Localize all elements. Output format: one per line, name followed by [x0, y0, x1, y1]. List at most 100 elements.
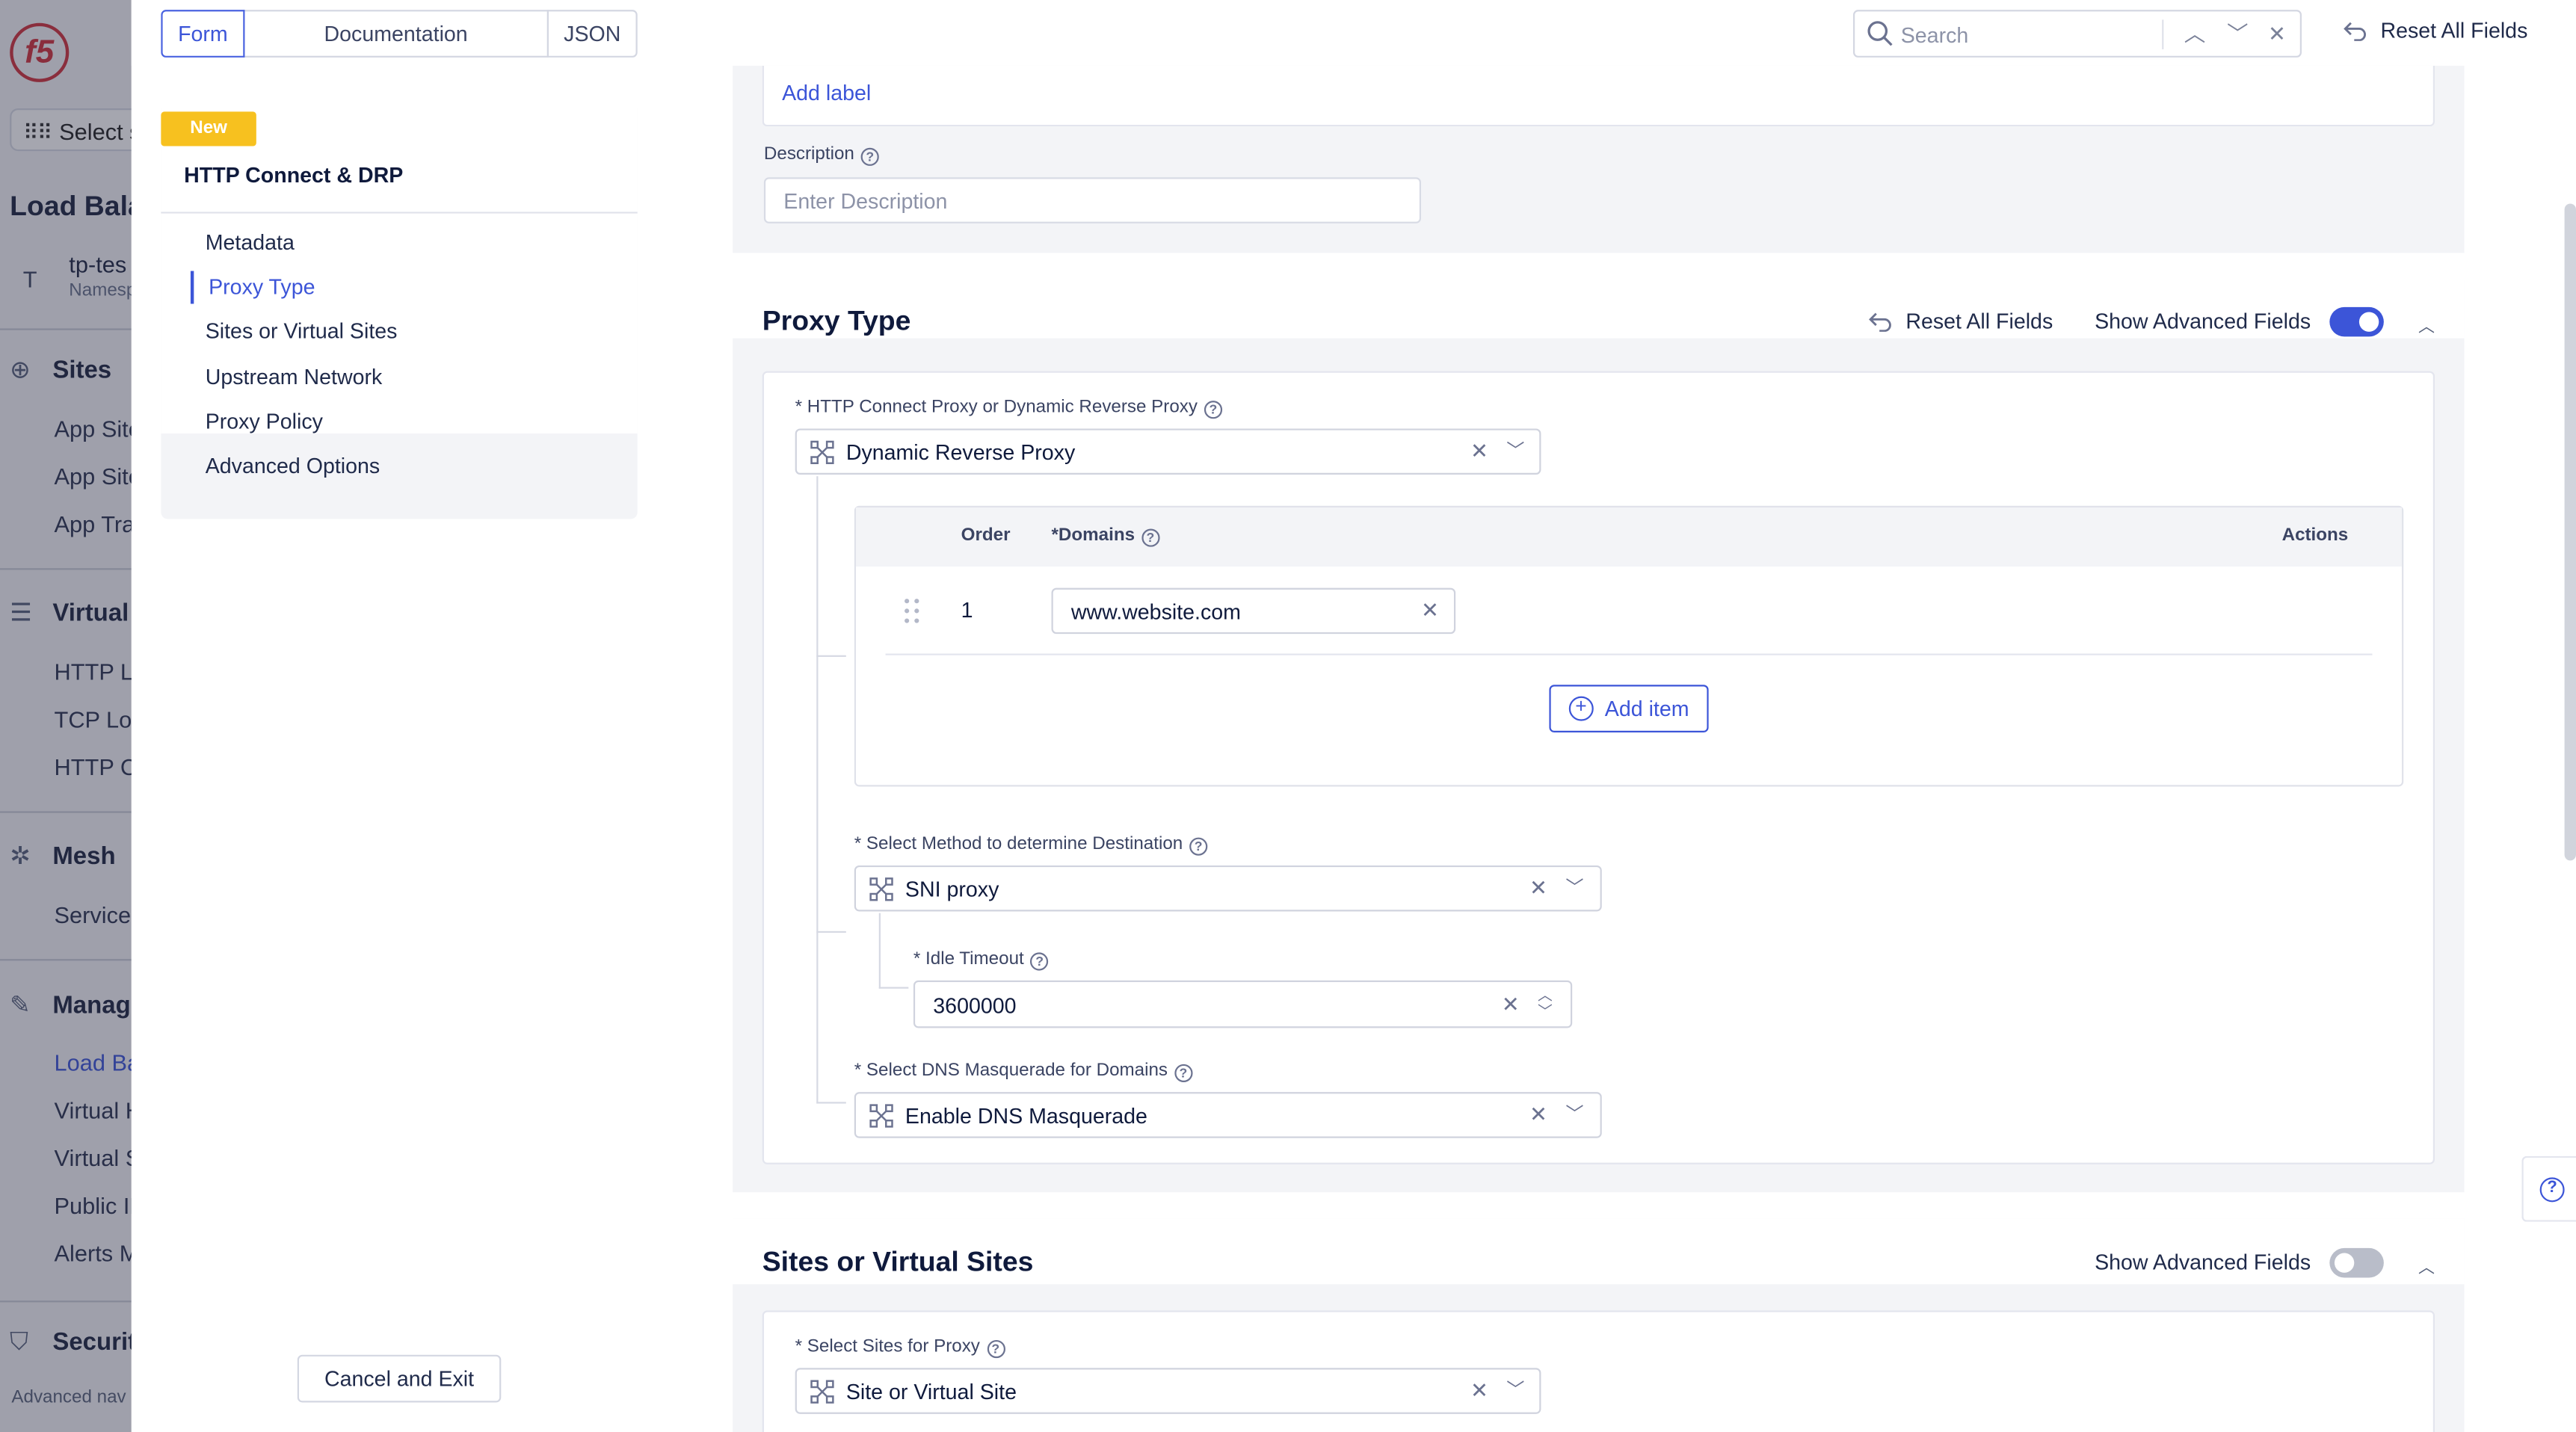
nav-section-sites[interactable]: ⊕ Sites	[10, 355, 111, 384]
search-icon	[1867, 21, 1893, 46]
clear-icon[interactable]: ✕	[1470, 439, 1488, 465]
clear-icon[interactable]: ✕	[1502, 992, 1520, 1018]
nav-item-http-connect[interactable]: HTTP C	[55, 754, 132, 780]
nav-section-manage[interactable]: ✎ Manag	[10, 990, 131, 1019]
nav-item-app-site-1[interactable]: App Site	[55, 416, 132, 442]
tree-connector	[816, 1102, 846, 1104]
nav-item-app-site-2[interactable]: App Site	[55, 463, 132, 490]
method-select[interactable]: SNI proxy ✕ ﹀	[854, 865, 1602, 912]
choice-icon	[810, 440, 834, 464]
advanced-nav-link[interactable]: Advanced nav	[11, 1388, 126, 1407]
close-icon[interactable]: ✕	[2262, 19, 2292, 49]
search-input[interactable]	[1900, 18, 2148, 52]
add-label-link[interactable]: Add label	[782, 81, 871, 105]
tree-connector	[816, 655, 846, 657]
step-metadata[interactable]: Metadata	[206, 230, 295, 255]
proxy-mode-select[interactable]: Dynamic Reverse Proxy ✕ ﹀	[795, 428, 1541, 475]
help-button[interactable]: ?	[2521, 1155, 2576, 1222]
reset-all-fields-button[interactable]: Reset All Fields	[2343, 18, 2527, 43]
domains-table: Order *Domains? Actions 1 www.website.co…	[854, 505, 2404, 787]
labels-card	[762, 65, 2435, 127]
dns-masquerade-label: * Select DNS Masquerade for Domains?	[854, 1061, 1192, 1082]
nav-item-virtual-sites[interactable]: Virtual S	[55, 1144, 132, 1170]
cancel-and-exit-button[interactable]: Cancel and Exit	[297, 1354, 502, 1403]
nav-item-public-ip[interactable]: Public IP	[55, 1192, 132, 1218]
sites-advanced-label: Show Advanced Fields	[2095, 1250, 2311, 1275]
choice-icon	[810, 1380, 834, 1404]
plus-circle-icon: +	[1568, 697, 1594, 721]
step-proxy-type[interactable]: Proxy Type	[209, 274, 315, 299]
form-title: HTTP Connect & DRP	[184, 162, 404, 188]
nav-item-tcp-lb[interactable]: TCP Loa	[55, 706, 132, 732]
clear-icon[interactable]: ✕	[1529, 875, 1547, 901]
nav-item-service[interactable]: Service	[55, 901, 132, 928]
help-icon: ?	[1174, 1064, 1192, 1082]
sites-field-label: * Select Sites for Proxy?	[795, 1337, 1005, 1359]
nav-divider	[0, 568, 132, 570]
undo-icon	[2344, 22, 2366, 41]
undo-icon	[1869, 312, 1891, 332]
description-label: Description?	[764, 144, 879, 166]
nav-item-load-balancers[interactable]: Load Ba	[55, 1049, 132, 1075]
dns-masquerade-select[interactable]: Enable DNS Masquerade ✕ ﹀	[854, 1092, 1602, 1138]
idle-timeout-value: 3600000	[933, 993, 1017, 1019]
step-sites[interactable]: Sites or Virtual Sites	[206, 318, 398, 343]
nav-item-virtual-hosts[interactable]: Virtual H	[55, 1097, 132, 1123]
clear-icon[interactable]: ✕	[1421, 598, 1439, 624]
col-domains: *Domains?	[1052, 525, 1160, 547]
method-value: SNI proxy	[905, 877, 999, 902]
table-row-order: 1	[961, 597, 973, 623]
chevron-down-icon[interactable]: ﹀	[2222, 19, 2252, 49]
idle-timeout-input[interactable]: 3600000 ✕ ︿ ﹀	[913, 980, 1573, 1028]
left-navigation: f5 ⠿⠿ Select s Load Bala T tp-tes Namesp…	[0, 0, 132, 1432]
f5-logo[interactable]: f5	[10, 22, 70, 82]
nav-item-app-traffic[interactable]: App Tra	[55, 510, 132, 537]
tree-connector	[816, 476, 819, 1104]
page-scrollbar[interactable]	[2564, 203, 2576, 861]
namespace-selector[interactable]: ⠿⠿ Select s	[10, 108, 132, 152]
chevron-up-icon[interactable]: ︿	[2180, 19, 2210, 49]
proxy-type-advanced-toggle[interactable]	[2329, 306, 2384, 337]
nav-item-http-lb[interactable]: HTTP Lo	[55, 658, 132, 685]
sites-advanced-toggle[interactable]	[2329, 1247, 2384, 1278]
drag-handle-icon[interactable]	[904, 598, 920, 624]
tab-form[interactable]: Form	[161, 10, 245, 58]
tab-json[interactable]: JSON	[546, 10, 638, 58]
nav-section-security[interactable]: ⛉ Securit	[10, 1329, 132, 1357]
domain-input[interactable]: www.website.com ✕	[1051, 587, 1456, 635]
step-upstream-network[interactable]: Upstream Network	[206, 365, 383, 389]
nav-divider	[0, 811, 132, 813]
help-icon: ?	[1030, 952, 1049, 971]
clear-icon[interactable]: ✕	[1529, 1102, 1547, 1128]
help-icon: ?	[986, 1339, 1005, 1359]
add-item-button[interactable]: + Add item	[1549, 685, 1709, 732]
collapse-chevron-icon[interactable]: ︿	[2418, 312, 2435, 336]
active-step-indicator	[190, 271, 194, 304]
tab-documentation[interactable]: Documentation	[243, 10, 549, 58]
nav-item-alerts[interactable]: Alerts M	[55, 1240, 132, 1266]
reset-all-fields-label: Reset All Fields	[2380, 18, 2528, 43]
nav-section-mesh[interactable]: ✲ Mesh	[10, 841, 115, 870]
chevron-down-icon[interactable]: ﹀	[1565, 1100, 1583, 1126]
clear-icon[interactable]: ✕	[1470, 1377, 1488, 1404]
nav-section-virtual[interactable]: ☰ Virtual	[10, 598, 129, 627]
chevron-down-icon[interactable]: ﹀	[1506, 1376, 1524, 1402]
stepper-icon[interactable]: ︿ ﹀	[1538, 987, 1553, 1020]
collapse-chevron-icon[interactable]: ︿	[2418, 1253, 2435, 1277]
domain-value: www.website.com	[1070, 599, 1241, 624]
chevron-down-icon[interactable]: ﹀	[1506, 436, 1524, 463]
method-label: * Select Method to determine Destination…	[854, 834, 1208, 856]
step-advanced-options[interactable]: Advanced Options	[206, 453, 380, 478]
help-icon: ?	[860, 147, 879, 166]
sites-select[interactable]: Site or Virtual Site ✕ ﹀	[795, 1368, 1541, 1414]
description-input[interactable]	[763, 177, 1422, 223]
sites-value: Site or Virtual Site	[845, 1379, 1017, 1404]
step-proxy-policy[interactable]: Proxy Policy	[206, 409, 323, 433]
search-box: ︿ ﹀ ✕	[1853, 10, 2302, 58]
row-divider	[885, 653, 2373, 655]
search-divider	[2162, 19, 2164, 49]
form-title-card: New HTTP Connect & DRP	[161, 102, 638, 214]
proxy-type-reset-button[interactable]: Reset All Fields	[1868, 309, 2053, 333]
chevron-down-icon[interactable]: ﹀	[1565, 874, 1583, 900]
col-actions: Actions	[2281, 525, 2349, 546]
